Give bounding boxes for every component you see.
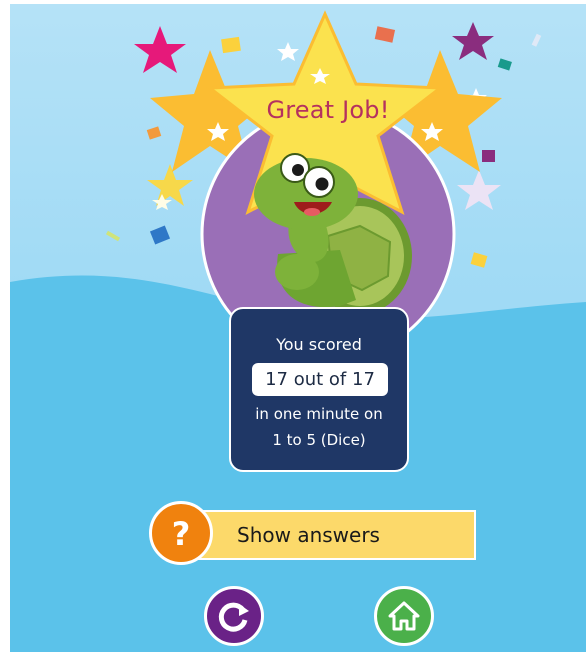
score-value: 17 out of 17 [252, 363, 388, 396]
score-intro-text: You scored [276, 335, 362, 354]
show-answers-label: Show answers [237, 523, 380, 547]
score-duration-text: in one minute on [255, 405, 383, 423]
page-title: Great Job! [266, 96, 390, 124]
home-button[interactable] [374, 586, 434, 646]
home-icon [388, 601, 420, 631]
refresh-icon [218, 602, 249, 632]
retry-button[interactable] [204, 586, 264, 646]
question-mark-icon[interactable]: ? [149, 501, 213, 565]
activity-name: 1 to 5 (Dice) [272, 431, 366, 449]
svg-text:?: ? [172, 515, 191, 553]
score-card: You scored 17 out of 17 in one minute on… [229, 307, 409, 472]
result-screen: Great Job! You scored 17 out of 17 in on… [10, 4, 586, 652]
show-answers-button[interactable]: Show answers [185, 510, 476, 560]
